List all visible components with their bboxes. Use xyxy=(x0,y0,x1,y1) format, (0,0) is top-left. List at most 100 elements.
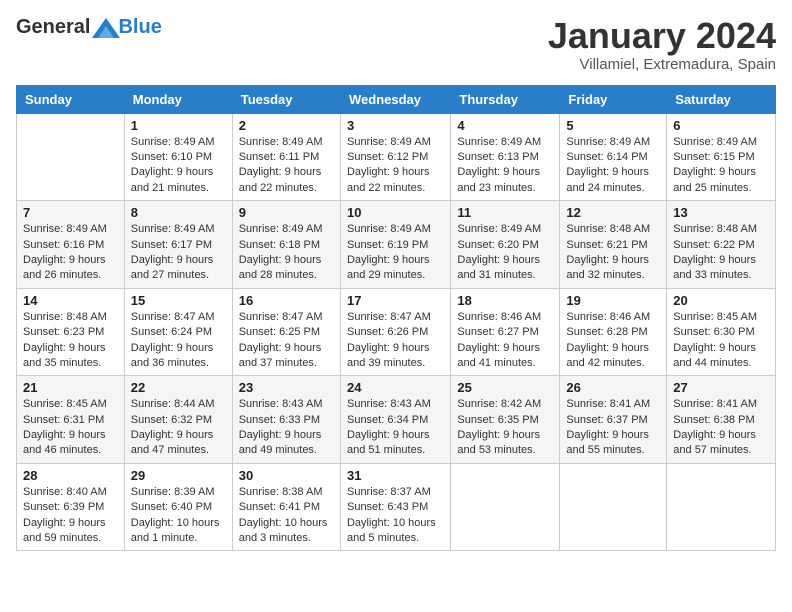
table-row: 16 Sunrise: 8:47 AMSunset: 6:25 PMDaylig… xyxy=(232,288,340,376)
calendar-header-row: Sunday Monday Tuesday Wednesday Thursday… xyxy=(17,85,776,113)
table-row: 18 Sunrise: 8:46 AMSunset: 6:27 PMDaylig… xyxy=(451,288,560,376)
table-row xyxy=(451,463,560,551)
day-info: Sunrise: 8:48 AMSunset: 6:23 PMDaylight:… xyxy=(23,310,118,372)
calendar-week-row: 14 Sunrise: 8:48 AMSunset: 6:23 PMDaylig… xyxy=(17,288,776,376)
col-wednesday: Wednesday xyxy=(340,85,450,113)
calendar-week-row: 21 Sunrise: 8:45 AMSunset: 6:31 PMDaylig… xyxy=(17,376,776,464)
day-number: 11 xyxy=(457,205,553,220)
col-thursday: Thursday xyxy=(451,85,560,113)
table-row: 6 Sunrise: 8:49 AMSunset: 6:15 PMDayligh… xyxy=(667,113,776,201)
table-row: 13 Sunrise: 8:48 AMSunset: 6:22 PMDaylig… xyxy=(667,201,776,289)
day-info: Sunrise: 8:47 AMSunset: 6:26 PMDaylight:… xyxy=(347,310,444,372)
logo-icon xyxy=(92,18,120,38)
day-number: 10 xyxy=(347,205,444,220)
table-row: 28 Sunrise: 8:40 AMSunset: 6:39 PMDaylig… xyxy=(17,463,125,551)
day-info: Sunrise: 8:49 AMSunset: 6:13 PMDaylight:… xyxy=(457,135,553,197)
day-number: 7 xyxy=(23,205,118,220)
calendar-week-row: 7 Sunrise: 8:49 AMSunset: 6:16 PMDayligh… xyxy=(17,201,776,289)
logo-blue: Blue xyxy=(118,16,161,39)
day-number: 14 xyxy=(23,293,118,308)
day-number: 4 xyxy=(457,118,553,133)
table-row: 29 Sunrise: 8:39 AMSunset: 6:40 PMDaylig… xyxy=(124,463,232,551)
day-number: 27 xyxy=(673,380,769,395)
day-info: Sunrise: 8:42 AMSunset: 6:35 PMDaylight:… xyxy=(457,397,553,459)
table-row: 12 Sunrise: 8:48 AMSunset: 6:21 PMDaylig… xyxy=(560,201,667,289)
day-number: 28 xyxy=(23,468,118,483)
day-info: Sunrise: 8:44 AMSunset: 6:32 PMDaylight:… xyxy=(131,397,226,459)
table-row: 8 Sunrise: 8:49 AMSunset: 6:17 PMDayligh… xyxy=(124,201,232,289)
calendar-week-row: 28 Sunrise: 8:40 AMSunset: 6:39 PMDaylig… xyxy=(17,463,776,551)
table-row: 5 Sunrise: 8:49 AMSunset: 6:14 PMDayligh… xyxy=(560,113,667,201)
page-header: General Blue January 2024 Villamiel, Ext… xyxy=(16,16,776,73)
day-info: Sunrise: 8:49 AMSunset: 6:15 PMDaylight:… xyxy=(673,135,769,197)
day-number: 26 xyxy=(566,380,660,395)
table-row: 26 Sunrise: 8:41 AMSunset: 6:37 PMDaylig… xyxy=(560,376,667,464)
day-info: Sunrise: 8:49 AMSunset: 6:11 PMDaylight:… xyxy=(239,135,334,197)
day-info: Sunrise: 8:43 AMSunset: 6:34 PMDaylight:… xyxy=(347,397,444,459)
day-info: Sunrise: 8:49 AMSunset: 6:16 PMDaylight:… xyxy=(23,222,118,284)
day-number: 23 xyxy=(239,380,334,395)
day-info: Sunrise: 8:49 AMSunset: 6:10 PMDaylight:… xyxy=(131,135,226,197)
day-number: 30 xyxy=(239,468,334,483)
table-row: 20 Sunrise: 8:45 AMSunset: 6:30 PMDaylig… xyxy=(667,288,776,376)
day-number: 1 xyxy=(131,118,226,133)
day-number: 17 xyxy=(347,293,444,308)
table-row: 15 Sunrise: 8:47 AMSunset: 6:24 PMDaylig… xyxy=(124,288,232,376)
day-info: Sunrise: 8:37 AMSunset: 6:43 PMDaylight:… xyxy=(347,485,444,547)
table-row: 2 Sunrise: 8:49 AMSunset: 6:11 PMDayligh… xyxy=(232,113,340,201)
day-number: 3 xyxy=(347,118,444,133)
day-info: Sunrise: 8:49 AMSunset: 6:14 PMDaylight:… xyxy=(566,135,660,197)
day-number: 21 xyxy=(23,380,118,395)
table-row: 27 Sunrise: 8:41 AMSunset: 6:38 PMDaylig… xyxy=(667,376,776,464)
table-row: 10 Sunrise: 8:49 AMSunset: 6:19 PMDaylig… xyxy=(340,201,450,289)
table-row: 9 Sunrise: 8:49 AMSunset: 6:18 PMDayligh… xyxy=(232,201,340,289)
day-info: Sunrise: 8:40 AMSunset: 6:39 PMDaylight:… xyxy=(23,485,118,547)
title-block: January 2024 Villamiel, Extremadura, Spa… xyxy=(548,16,776,73)
col-monday: Monday xyxy=(124,85,232,113)
table-row: 23 Sunrise: 8:43 AMSunset: 6:33 PMDaylig… xyxy=(232,376,340,464)
table-row xyxy=(560,463,667,551)
col-sunday: Sunday xyxy=(17,85,125,113)
day-info: Sunrise: 8:39 AMSunset: 6:40 PMDaylight:… xyxy=(131,485,226,547)
day-number: 25 xyxy=(457,380,553,395)
day-info: Sunrise: 8:38 AMSunset: 6:41 PMDaylight:… xyxy=(239,485,334,547)
table-row: 24 Sunrise: 8:43 AMSunset: 6:34 PMDaylig… xyxy=(340,376,450,464)
table-row xyxy=(17,113,125,201)
table-row: 17 Sunrise: 8:47 AMSunset: 6:26 PMDaylig… xyxy=(340,288,450,376)
table-row: 30 Sunrise: 8:38 AMSunset: 6:41 PMDaylig… xyxy=(232,463,340,551)
day-info: Sunrise: 8:45 AMSunset: 6:31 PMDaylight:… xyxy=(23,397,118,459)
day-number: 20 xyxy=(673,293,769,308)
day-info: Sunrise: 8:46 AMSunset: 6:28 PMDaylight:… xyxy=(566,310,660,372)
calendar-table: Sunday Monday Tuesday Wednesday Thursday… xyxy=(16,85,776,552)
day-number: 12 xyxy=(566,205,660,220)
day-info: Sunrise: 8:45 AMSunset: 6:30 PMDaylight:… xyxy=(673,310,769,372)
day-number: 19 xyxy=(566,293,660,308)
table-row: 14 Sunrise: 8:48 AMSunset: 6:23 PMDaylig… xyxy=(17,288,125,376)
day-info: Sunrise: 8:49 AMSunset: 6:19 PMDaylight:… xyxy=(347,222,444,284)
calendar-title: January 2024 xyxy=(548,16,776,56)
calendar-subtitle: Villamiel, Extremadura, Spain xyxy=(548,56,776,73)
day-info: Sunrise: 8:41 AMSunset: 6:38 PMDaylight:… xyxy=(673,397,769,459)
table-row: 31 Sunrise: 8:37 AMSunset: 6:43 PMDaylig… xyxy=(340,463,450,551)
day-info: Sunrise: 8:49 AMSunset: 6:12 PMDaylight:… xyxy=(347,135,444,197)
day-number: 18 xyxy=(457,293,553,308)
table-row xyxy=(667,463,776,551)
day-info: Sunrise: 8:46 AMSunset: 6:27 PMDaylight:… xyxy=(457,310,553,372)
day-info: Sunrise: 8:49 AMSunset: 6:18 PMDaylight:… xyxy=(239,222,334,284)
day-number: 9 xyxy=(239,205,334,220)
table-row: 25 Sunrise: 8:42 AMSunset: 6:35 PMDaylig… xyxy=(451,376,560,464)
calendar-week-row: 1 Sunrise: 8:49 AMSunset: 6:10 PMDayligh… xyxy=(17,113,776,201)
day-number: 8 xyxy=(131,205,226,220)
day-number: 22 xyxy=(131,380,226,395)
logo-general: General xyxy=(16,16,90,39)
day-number: 31 xyxy=(347,468,444,483)
day-number: 15 xyxy=(131,293,226,308)
day-number: 2 xyxy=(239,118,334,133)
day-number: 13 xyxy=(673,205,769,220)
logo: General Blue xyxy=(16,16,162,39)
col-saturday: Saturday xyxy=(667,85,776,113)
day-info: Sunrise: 8:41 AMSunset: 6:37 PMDaylight:… xyxy=(566,397,660,459)
day-info: Sunrise: 8:49 AMSunset: 6:20 PMDaylight:… xyxy=(457,222,553,284)
table-row: 3 Sunrise: 8:49 AMSunset: 6:12 PMDayligh… xyxy=(340,113,450,201)
table-row: 21 Sunrise: 8:45 AMSunset: 6:31 PMDaylig… xyxy=(17,376,125,464)
